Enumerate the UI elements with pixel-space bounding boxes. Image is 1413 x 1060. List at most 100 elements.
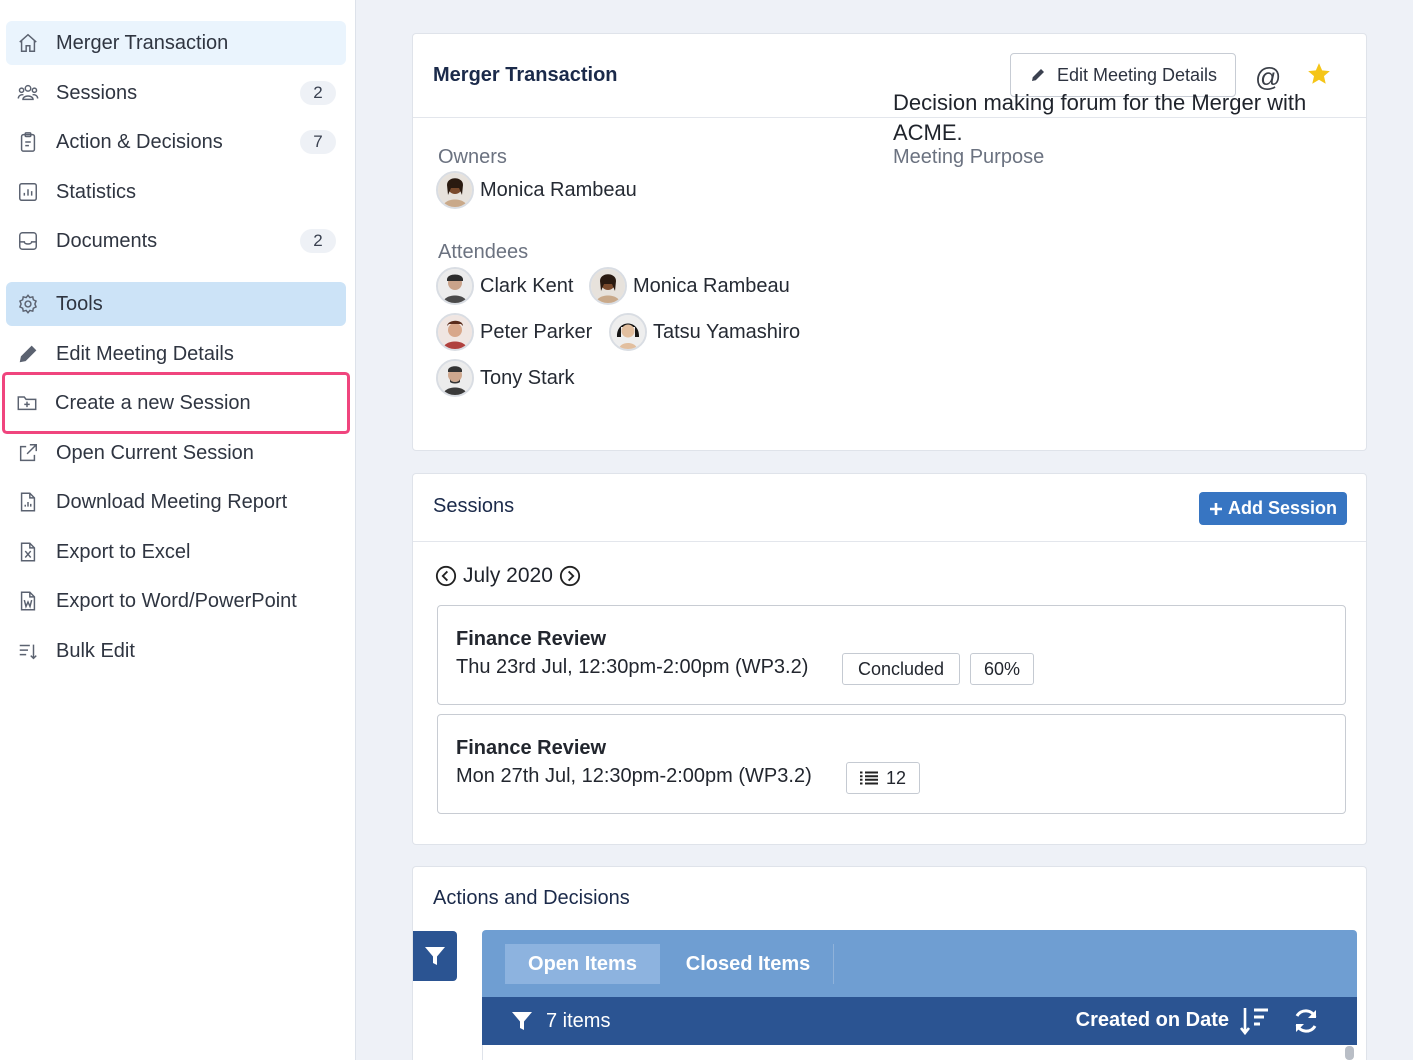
tab-label: Open Items — [528, 952, 637, 975]
sidebar-item-label: Documents — [56, 229, 158, 252]
tool-edit-meeting-details[interactable]: Edit Meeting Details — [6, 332, 346, 376]
sidebar-item-sessions[interactable]: Sessions 2 — [6, 71, 346, 115]
owner-person[interactable]: Monica Rambeau — [436, 171, 637, 209]
inbox-icon — [16, 229, 40, 253]
meeting-purpose-text: Decision making forum for the Merger wit… — [893, 90, 1307, 145]
meeting-purpose-label: Meeting Purpose — [893, 146, 1045, 168]
attendee-name: Tatsu Yamashiro — [653, 320, 801, 343]
owner-name: Monica Rambeau — [480, 178, 637, 201]
tab-label: Closed Items — [685, 952, 811, 975]
refresh-icon[interactable] — [1291, 1006, 1321, 1041]
status-badge: Concluded — [842, 653, 960, 685]
tool-label: Create a new Session — [55, 391, 251, 414]
avatar — [589, 267, 627, 305]
attendees-label: Attendees — [438, 241, 529, 263]
list-icon — [859, 771, 878, 785]
tool-create-new-session[interactable]: Create a new Session — [5, 375, 347, 431]
session-item[interactable]: Finance Review Mon 27th Jul, 12:30pm-2:0… — [437, 714, 1346, 814]
session-time: Thu 23rd Jul, 12:30pm-2:00pm (WP3.2) — [456, 656, 809, 678]
sort-descending-icon[interactable] — [1239, 1005, 1271, 1042]
items-filter[interactable]: 7 items — [510, 1009, 610, 1033]
tool-label: Download Meeting Report — [56, 490, 288, 513]
external-link-icon — [16, 441, 40, 465]
chevron-right-icon[interactable] — [559, 565, 581, 587]
tool-label: Open Current Session — [56, 441, 254, 464]
avatar — [436, 313, 474, 351]
sort-field-label[interactable]: Created on Date — [1076, 1009, 1229, 1032]
tool-label: Export to Word/PowerPoint — [56, 589, 297, 612]
actions-toolbar: 7 items Created on Date — [482, 997, 1357, 1045]
session-time: Mon 27th Jul, 12:30pm-2:00pm (WP3.2) — [456, 765, 812, 787]
tool-download-meeting-report[interactable]: Download Meeting Report — [6, 480, 346, 524]
month-navigator: July 2020 — [435, 564, 581, 588]
attendee-person[interactable]: Peter Parker — [436, 313, 592, 351]
avatar — [436, 359, 474, 397]
sessions-title: Sessions — [433, 495, 515, 517]
avatar — [436, 267, 474, 305]
tool-export-word-powerpoint[interactable]: Export to Word/PowerPoint — [6, 579, 346, 623]
meeting-title: Merger Transaction — [433, 64, 618, 86]
bulk-edit-icon — [16, 639, 40, 663]
pencil-icon — [1031, 69, 1044, 81]
report-icon — [16, 490, 40, 514]
add-session-button[interactable]: Add Session — [1199, 492, 1347, 525]
attendee-person[interactable]: Monica Rambeau — [589, 267, 790, 305]
sidebar-item-action-decisions[interactable]: Action & Decisions 7 — [6, 120, 346, 164]
tool-label: Export to Excel — [56, 540, 191, 563]
excel-icon — [16, 540, 40, 564]
chevron-left-icon[interactable] — [435, 565, 457, 587]
tool-export-excel[interactable]: Export to Excel — [6, 530, 346, 574]
tool-open-current-session[interactable]: Open Current Session — [6, 431, 346, 475]
attendee-name: Tony Stark — [480, 366, 575, 389]
folder-plus-icon — [15, 391, 39, 415]
sidebar-item-label: Merger Transaction — [56, 31, 229, 54]
clipboard-icon — [16, 130, 40, 154]
items-count: 12 — [885, 767, 907, 788]
session-title: Finance Review — [456, 628, 607, 650]
home-icon — [16, 31, 40, 55]
sessions-card: Sessions Add Session July 2020 Finance R… — [412, 473, 1367, 845]
sidebar-item-label: Statistics — [56, 180, 137, 203]
sidebar-item-tools[interactable]: Tools — [6, 282, 346, 326]
sidebar-item-label: Sessions — [56, 81, 138, 104]
gear-icon — [16, 292, 40, 316]
scrollbar-thumb[interactable] — [1345, 1046, 1354, 1060]
attendee-name: Clark Kent — [480, 274, 574, 297]
tab-open-items[interactable]: Open Items — [505, 944, 660, 984]
count-badge: 2 — [300, 81, 336, 105]
owners-label: Owners — [438, 146, 507, 168]
month-label: July 2020 — [463, 564, 553, 587]
sidebar-item-statistics[interactable]: Statistics — [6, 170, 346, 214]
tool-label: Bulk Edit — [56, 639, 135, 662]
actions-tabs-bar: Open Items Closed Items — [482, 930, 1357, 998]
avatar — [436, 171, 474, 209]
sidebar-item-label: Action & Decisions — [56, 130, 223, 153]
filter-toggle-button[interactable] — [413, 931, 457, 981]
attendee-person[interactable]: Clark Kent — [436, 267, 573, 305]
actions-list — [482, 1045, 1357, 1060]
sidebar: Merger Transaction Sessions 2 Action & D… — [0, 0, 356, 1060]
session-item[interactable]: Finance Review Thu 23rd Jul, 12:30pm-2:0… — [437, 605, 1346, 705]
count-badge: 7 — [300, 130, 336, 154]
attendee-person[interactable]: Tony Stark — [436, 359, 574, 397]
items-count-label: 7 items — [546, 1009, 611, 1032]
count-badge: 2 — [300, 229, 336, 253]
people-icon — [16, 81, 40, 105]
sidebar-item-documents[interactable]: Documents 2 — [6, 219, 346, 263]
attendee-person[interactable]: Tatsu Yamashiro — [609, 313, 800, 351]
tool-bulk-edit[interactable]: Bulk Edit — [6, 629, 346, 673]
sidebar-item-merger-transaction[interactable]: Merger Transaction — [6, 21, 346, 65]
tab-closed-items[interactable]: Closed Items — [668, 944, 828, 984]
progress-badge: 60% — [970, 653, 1034, 685]
attendee-name: Peter Parker — [480, 320, 593, 343]
actions-title: Actions and Decisions — [433, 887, 630, 909]
meeting-card: Merger Transaction Edit Meeting Details … — [412, 33, 1367, 451]
session-title: Finance Review — [456, 737, 607, 759]
items-count-badge: 12 — [846, 762, 920, 794]
filter-icon — [512, 1012, 532, 1030]
filter-icon — [425, 947, 445, 965]
add-session-label: Add Session — [1227, 498, 1338, 518]
sessions-card-header: Sessions Add Session — [413, 474, 1366, 542]
word-icon — [16, 589, 40, 613]
chart-icon — [16, 180, 40, 204]
